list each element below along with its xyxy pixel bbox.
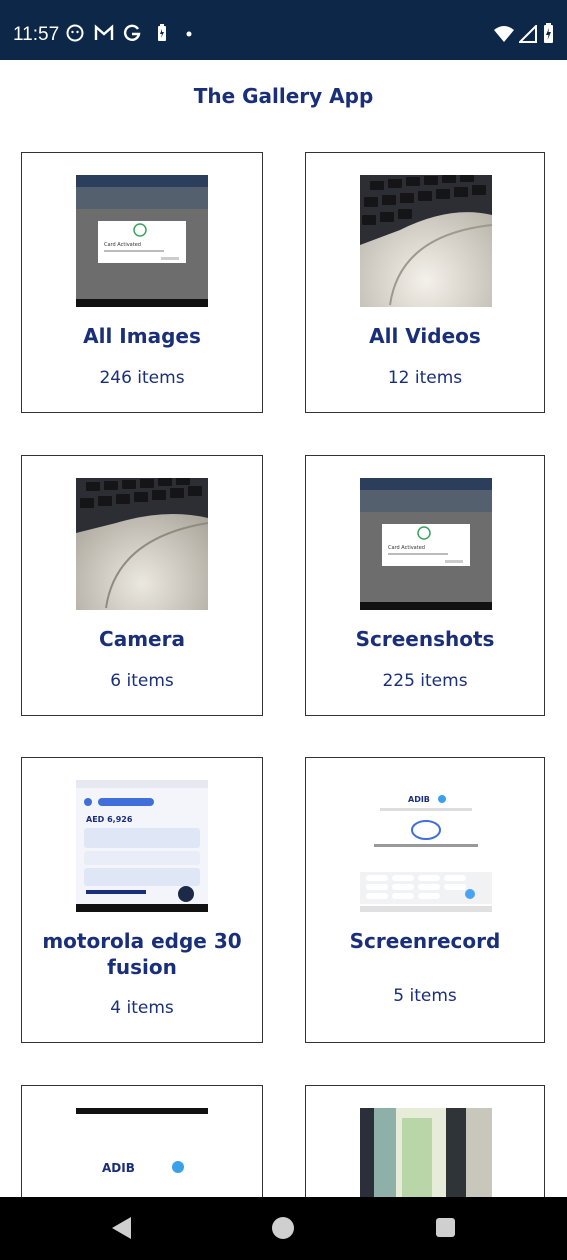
status-bar: 11:57	[0, 0, 567, 60]
album-name: motorola edge 30 fusion	[42, 929, 242, 979]
google-icon	[123, 24, 141, 41]
keyboard-photo-thumbnail	[76, 478, 208, 610]
thumb-dialog-title: Card Activated	[104, 242, 141, 248]
album-name: Screenshots	[355, 627, 495, 651]
signal-icon	[519, 25, 537, 43]
album-thumbnail: AED 6,926	[76, 780, 208, 912]
battery-icon	[544, 23, 553, 43]
thumb-dialog-title: Card Activated	[388, 545, 425, 551]
album-name: All Videos	[369, 324, 481, 348]
thumb-adib-logo-text: ADIB	[102, 1161, 135, 1175]
album-card-screenshots[interactable]: Card Activated Screenshots 225 items	[305, 455, 545, 716]
album-card-all-videos[interactable]: All Videos 12 items	[305, 152, 545, 413]
album-name: Screenrecord	[349, 929, 501, 953]
pin-screen-thumbnail: ADIB	[360, 780, 492, 912]
album-name: Camera	[99, 627, 185, 651]
recents-icon[interactable]	[435, 1217, 456, 1238]
album-thumbnail	[360, 175, 492, 307]
album-thumbnail: Card Activated	[360, 478, 492, 610]
album-thumbnail: ADIB	[360, 780, 492, 912]
album-card-motorola-edge-30-fusion[interactable]: AED 6,926 motorola edge 30 fusion 4 item…	[21, 757, 263, 1043]
battery-saver-icon	[158, 24, 166, 41]
album-count: 6 items	[110, 671, 174, 691]
keyboard-photo-thumbnail	[360, 175, 492, 307]
navigation-bar	[0, 1197, 567, 1260]
album-count: 225 items	[382, 671, 468, 691]
thumb-amount: AED 6,926	[86, 815, 133, 824]
gmail-icon	[94, 24, 114, 40]
album-name: All Images	[83, 324, 201, 348]
app-title: The Gallery App	[193, 84, 374, 108]
thumb-adib-text: ADIB	[408, 795, 430, 804]
home-icon[interactable]	[271, 1216, 295, 1240]
album-thumbnail: Card Activated	[76, 175, 208, 307]
smiley-icon	[66, 24, 84, 42]
status-time: 11:57	[13, 24, 60, 45]
album-card-camera[interactable]: Camera 6 items	[21, 455, 263, 716]
screenshot-thumbnail: Card Activated	[360, 478, 492, 610]
wifi-icon	[494, 26, 514, 42]
app-screenshot-thumbnail: AED 6,926	[76, 780, 208, 912]
album-count: 4 items	[110, 998, 174, 1018]
album-count: 12 items	[387, 368, 463, 388]
album-card-all-images[interactable]: Card Activated All Images 246 items	[21, 152, 263, 413]
screenshot-thumbnail: Card Activated	[76, 175, 208, 307]
album-thumbnail	[76, 478, 208, 610]
back-icon[interactable]	[110, 1215, 134, 1241]
album-count: 5 items	[393, 986, 457, 1006]
dot-icon	[186, 31, 192, 37]
album-count: 246 items	[99, 368, 185, 388]
album-card-screenrecord[interactable]: ADIB Screenrecord 5 items	[305, 757, 545, 1043]
